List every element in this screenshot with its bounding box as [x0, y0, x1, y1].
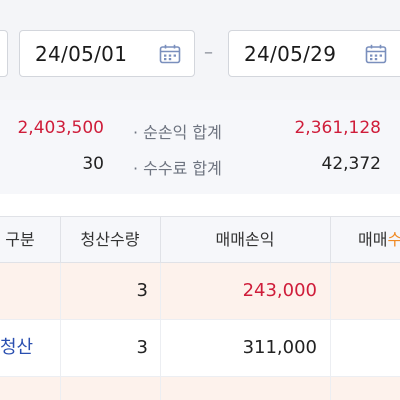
cell-settled-qty: 3 — [136, 337, 148, 358]
calendar-icon[interactable] — [159, 44, 181, 64]
date-range-separator: – — [204, 42, 213, 63]
fee-total-label: · 수수료 합계 — [133, 159, 222, 178]
col-header-settled-qty: 청산수량 — [80, 230, 140, 249]
table-header: 구분 청산수량 매매손익 매매수 — [0, 216, 400, 263]
date-to-field[interactable]: 24/05/29 — [228, 30, 400, 77]
cell-settled-qty: 3 — [136, 280, 148, 301]
summary-left-value-2: 30 — [82, 154, 104, 174]
col-header-partial: 매매수 — [358, 217, 400, 263]
net-pnl-total-value: 2,361,128 — [294, 118, 381, 138]
col-header-partial-text: 매매수 — [358, 230, 400, 249]
period-select-partial[interactable] — [0, 30, 8, 77]
cell-trade-pnl: 243,000 — [242, 280, 317, 301]
date-from-value: 24/05/01 — [35, 42, 128, 66]
summary-left-value-1: 2,403,500 — [17, 118, 104, 138]
calendar-icon[interactable] — [365, 44, 387, 64]
col-header-trade-pnl: 매매손익 — [215, 230, 275, 249]
cell-type-link[interactable]: 청산 — [0, 320, 33, 376]
table-row[interactable]: 청산 3 311,000 — [0, 320, 400, 377]
cell-trade-pnl: 311,000 — [242, 337, 317, 358]
table-row[interactable]: 3 243,000 — [0, 263, 400, 320]
net-pnl-total-label: · 순손익 합계 — [133, 123, 222, 142]
date-filter-bar: 24/05/01 – 24/05/29 — [0, 0, 400, 100]
trade-table: 구분 청산수량 매매손익 매매수 3 243,000 청산 3 311,000 — [0, 194, 400, 400]
pnl-summary: 2,403,500 30 · 순손익 합계 2,361,128 · 수수료 합계… — [0, 100, 400, 194]
date-from-field[interactable]: 24/05/01 — [19, 30, 195, 77]
col-header-type: 구분 — [5, 230, 35, 249]
col-header-highlight-char: 수 — [387, 230, 400, 249]
date-to-value: 24/05/29 — [244, 42, 337, 66]
table-row[interactable] — [0, 377, 400, 400]
fee-total-value: 42,372 — [321, 154, 381, 174]
